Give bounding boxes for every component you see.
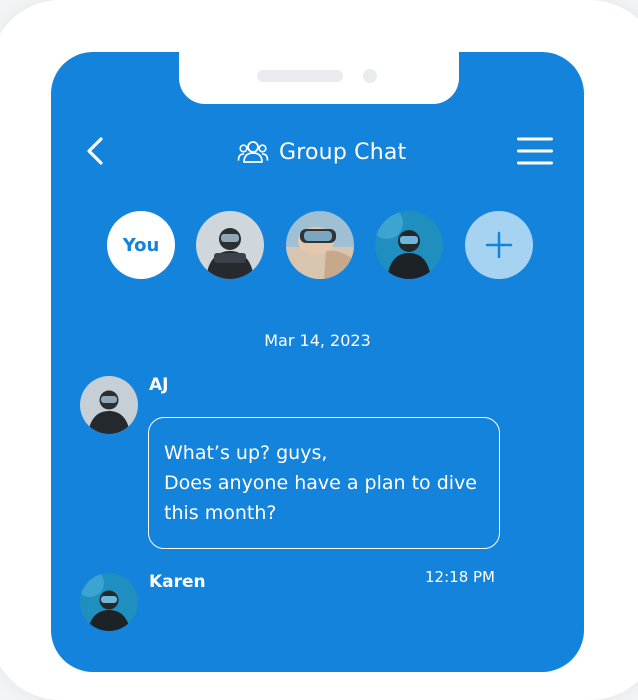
participant-avatar[interactable] bbox=[286, 211, 354, 279]
message-line: What’s up? guys, bbox=[164, 442, 328, 464]
diver-photo bbox=[196, 211, 264, 279]
date-separator: Mar 14, 2023 bbox=[264, 331, 371, 350]
participant-you-label: You bbox=[122, 234, 160, 256]
front-camera bbox=[363, 69, 377, 83]
hamburger-menu-icon bbox=[517, 137, 553, 165]
message-bubble[interactable]: What’s up? guys, Does anyone have a plan… bbox=[148, 417, 500, 549]
chevron-left-icon bbox=[87, 137, 103, 165]
diver-photo bbox=[80, 573, 138, 631]
chat-title: Group Chat bbox=[237, 136, 406, 168]
users-icon bbox=[237, 141, 269, 163]
message-timestamp: 12:18 PM bbox=[425, 568, 495, 586]
message-line: Does anyone have a plan to dive bbox=[164, 472, 477, 494]
back-button[interactable] bbox=[81, 134, 111, 168]
participant-avatar[interactable] bbox=[375, 211, 443, 279]
chat-title-text: Group Chat bbox=[279, 139, 407, 165]
chat-screen: Group Chat You Mar 14, 2023 AJ What’s up… bbox=[51, 52, 584, 672]
diver-photo bbox=[286, 211, 354, 279]
sender-name: Karen bbox=[149, 572, 206, 592]
sender-name: AJ bbox=[149, 375, 169, 395]
speaker-grille bbox=[257, 70, 343, 82]
diver-photo bbox=[80, 376, 138, 434]
menu-button[interactable] bbox=[517, 136, 553, 166]
chat-header: Group Chat bbox=[51, 132, 584, 172]
message-line: this month? bbox=[164, 502, 277, 524]
plus-icon bbox=[485, 231, 513, 259]
participant-you[interactable]: You bbox=[107, 211, 175, 279]
phone-notch bbox=[179, 52, 459, 104]
participant-avatar[interactable] bbox=[196, 211, 264, 279]
diver-photo bbox=[375, 211, 443, 279]
add-participant-button[interactable] bbox=[465, 211, 533, 279]
sender-avatar[interactable] bbox=[80, 573, 138, 631]
sender-avatar[interactable] bbox=[80, 376, 138, 434]
